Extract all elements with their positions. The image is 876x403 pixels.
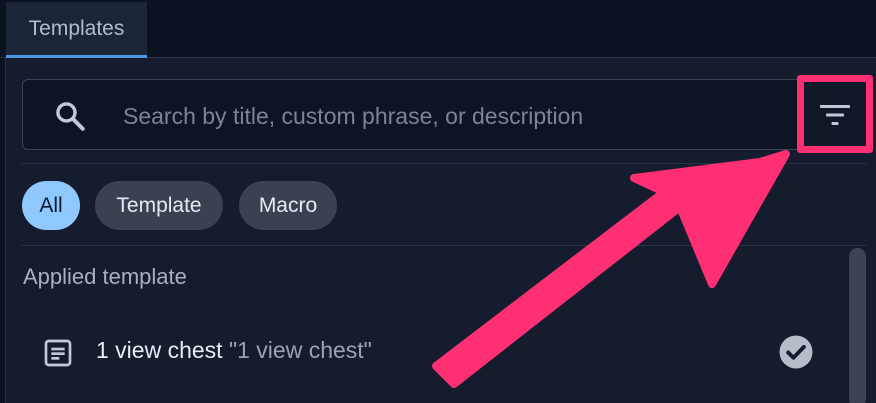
applied-template-heading: Applied template	[23, 264, 187, 289]
chip-macro-label: Macro	[258, 193, 318, 217]
chip-all[interactable]: All	[22, 181, 80, 230]
filter-icon	[820, 105, 850, 125]
document-icon	[44, 339, 72, 367]
template-title: 1 view chest	[96, 337, 223, 363]
chip-all-label: All	[39, 193, 63, 217]
tab-templates-label: Templates	[28, 16, 125, 40]
chip-template[interactable]: Template	[95, 181, 223, 230]
filter-button[interactable]	[810, 90, 860, 140]
scrollbar-thumb[interactable]	[849, 248, 866, 403]
chip-template-label: Template	[116, 193, 202, 217]
check-circle-icon	[779, 335, 813, 369]
tab-strip: Templates	[0, 0, 876, 58]
tab-templates[interactable]: Templates	[6, 2, 147, 58]
applied-template-text: 1 view chest "1 view chest"	[96, 337, 372, 364]
search-input[interactable]	[123, 96, 783, 136]
divider	[22, 163, 866, 164]
divider	[22, 245, 866, 246]
chip-macro[interactable]: Macro	[239, 181, 337, 230]
templates-panel-root: Templates All Template Macro Applied tem…	[0, 0, 876, 403]
search-icon	[56, 102, 85, 131]
template-phrase: "1 view chest"	[228, 337, 372, 363]
